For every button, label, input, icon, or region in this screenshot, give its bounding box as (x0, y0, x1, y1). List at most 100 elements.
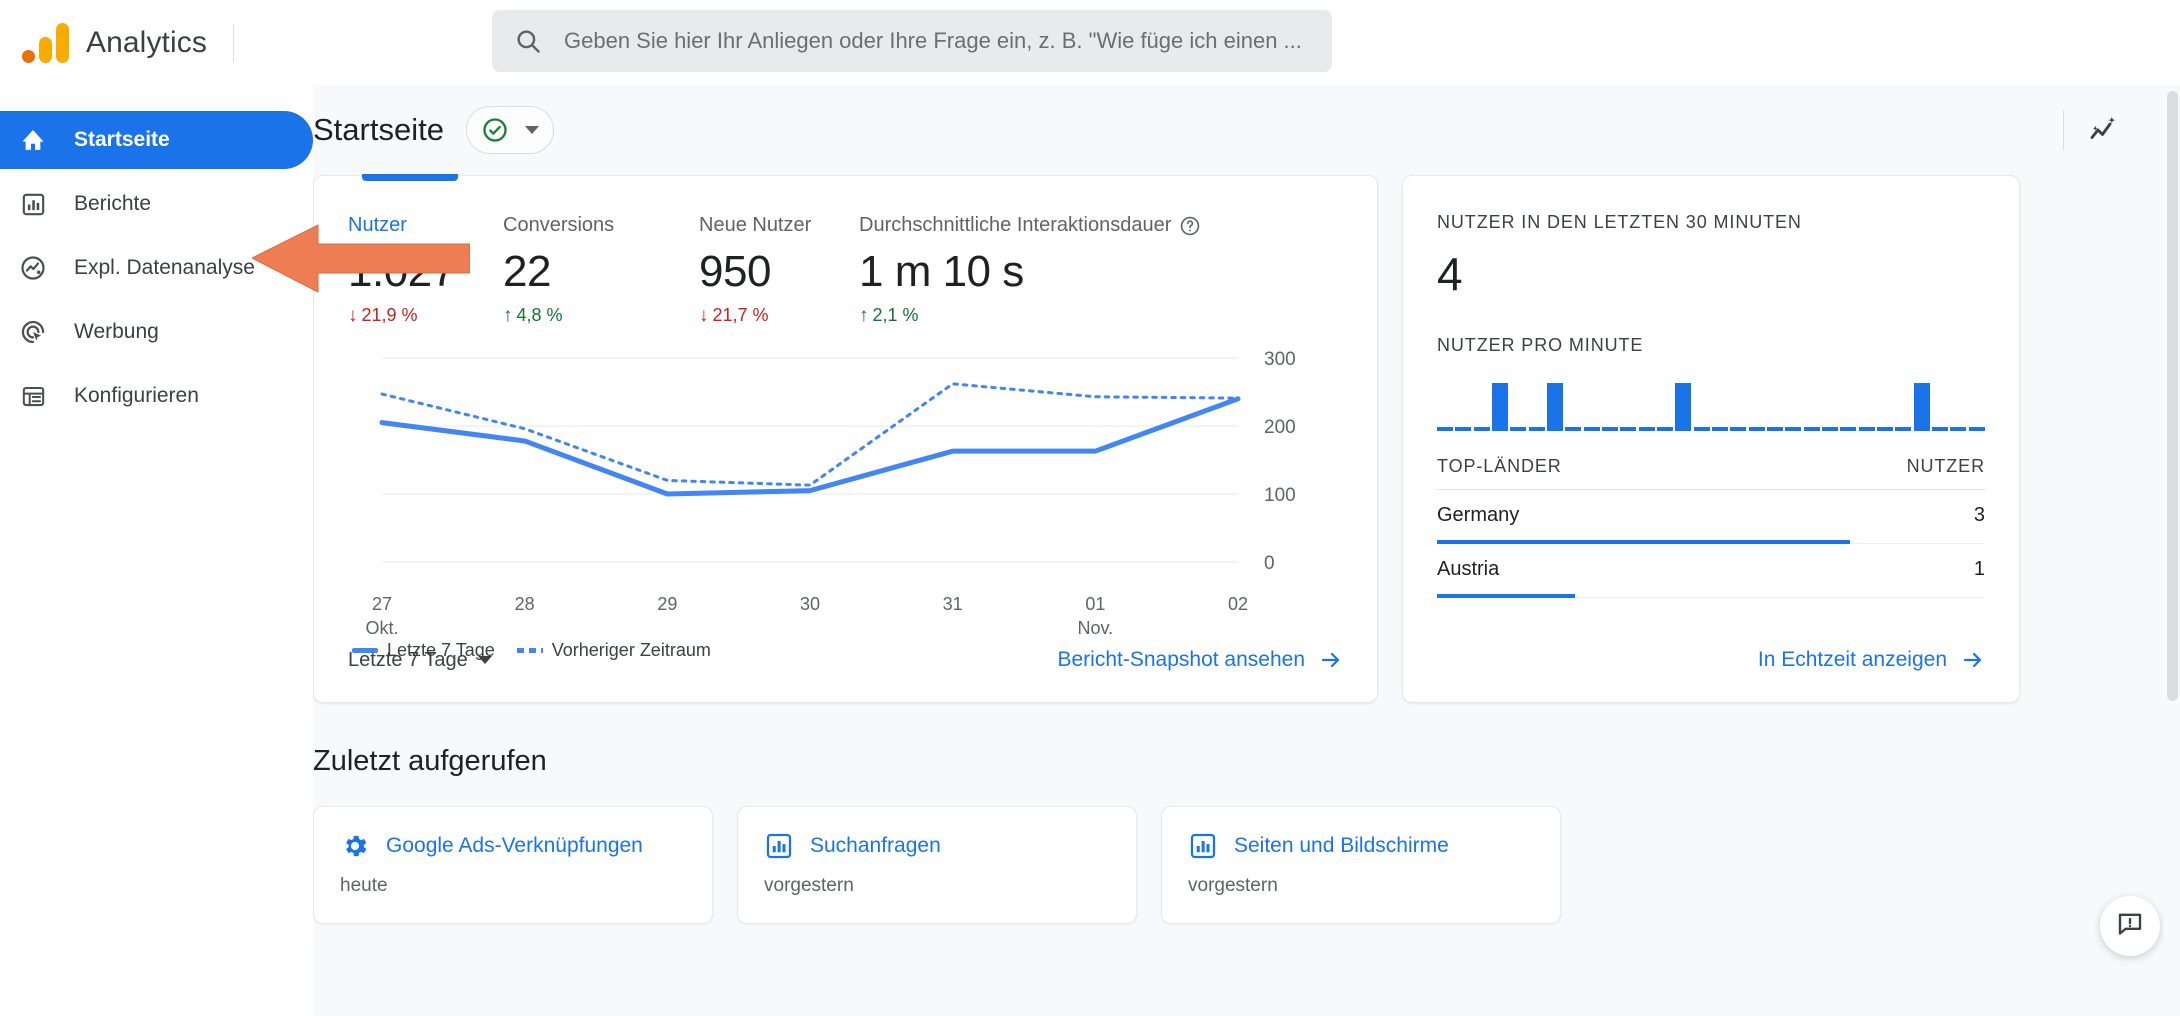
analytics-home-screen: Startseite Nutzer 1.027 ↓ 21,9 % Convers… (0, 0, 2180, 1016)
per-minute-tick (1858, 427, 1875, 431)
recent-card-title: Seiten und Bildschirme (1234, 834, 1449, 857)
per-minute-tick (1565, 427, 1582, 431)
per-minute-tick (1877, 427, 1893, 431)
per-minute-tick (1767, 427, 1783, 431)
realtime-card-footer: In Echtzeit anzeigen (1403, 618, 2019, 702)
home-icon (18, 125, 48, 155)
sidebar-nav: Startseite Berichte Expl. Datenanalyse W… (0, 105, 313, 431)
insights-sparkle-icon[interactable] (2086, 112, 2122, 148)
per-minute-tick (1803, 427, 1820, 431)
analytics-logo-icon (20, 21, 69, 65)
metric-label: Conversions (503, 214, 615, 236)
feedback-button[interactable] (2100, 896, 2160, 956)
feedback-icon (2115, 909, 2145, 944)
metric-value: 22 (503, 247, 551, 296)
per-minute-tick (1583, 427, 1600, 431)
sidebar-item-werbung[interactable]: Werbung (0, 303, 313, 361)
page-scrollbar[interactable] (2164, 85, 2180, 1016)
table-row: Germany 3 (1437, 490, 1985, 544)
sidebar-item-label: Berichte (74, 192, 152, 215)
recent-card-subtitle: vorgestern (1188, 875, 1278, 896)
report-snapshot-label: Bericht-Snapshot ansehen (1057, 648, 1306, 671)
table-header: TOP-LÄNDER NUTZER (1437, 456, 1985, 490)
x-tick: 31 (942, 594, 963, 614)
explore-icon (18, 253, 48, 283)
recent-card-seiten-bildschirme[interactable]: Seiten und Bildschirme vorgestern (1161, 806, 1561, 924)
recent-card-subtitle: heute (340, 875, 388, 896)
sidebar-item-berichte[interactable]: Berichte (0, 175, 313, 233)
realtime-users-value: 4 (1437, 248, 1463, 300)
page-header: Startseite (265, 85, 2180, 175)
per-minute-tick (1638, 427, 1655, 431)
per-minute-tick (1968, 427, 1985, 431)
country-users: 1 (1973, 558, 1985, 580)
users-per-minute-bar-chart (1437, 370, 1985, 438)
metric-nutzer[interactable]: Nutzer 1.027 ↓ 21,9 % (348, 214, 503, 326)
help-icon[interactable] (1179, 215, 1201, 237)
svg-text:300: 300 (1264, 349, 1296, 370)
country-name: Germany (1437, 504, 1520, 526)
per-minute-bar (1492, 383, 1508, 431)
country-users: 3 (1973, 504, 1985, 526)
search-icon (514, 27, 542, 55)
date-range-label: Letzte 7 Tage (348, 648, 468, 671)
per-minute-tick (1602, 427, 1618, 431)
users-line-chart: 0 100 200 300 (348, 340, 1357, 590)
per-minute-tick (1455, 427, 1472, 431)
account-status-chip[interactable] (465, 106, 554, 154)
per-minute-bar (1913, 383, 1930, 431)
recent-card-title: Suchanfragen (810, 834, 941, 857)
per-minute-bar (1547, 383, 1563, 431)
per-minute-bar (1675, 383, 1692, 431)
sidebar-item-expl-datenanalyse[interactable]: Expl. Datenanalyse (0, 239, 313, 297)
country-progress-bar (1437, 594, 1575, 598)
per-minute-tick (1748, 427, 1765, 431)
view-realtime-link[interactable]: In Echtzeit anzeigen (1758, 648, 1985, 672)
search-bar[interactable] (492, 10, 1332, 72)
search-input[interactable] (564, 28, 1310, 54)
recent-card-google-ads[interactable]: Google Ads-Verknüpfungen heute (313, 806, 713, 924)
metric-label-text: Durchschnittliche Interaktionsdauer (859, 214, 1172, 236)
sidebar: Startseite Berichte Expl. Datenanalyse W… (0, 85, 313, 1016)
x-tick: 28 (514, 594, 535, 614)
per-minute-tick (1840, 427, 1857, 431)
table-row: Austria 1 (1437, 544, 1985, 598)
users-per-minute-caption: NUTZER PRO MINUTE (1437, 335, 1644, 355)
bar-chart-icon (1188, 831, 1218, 861)
metric-delta: ↓ 21,9 % (348, 305, 503, 326)
brand-name: Analytics (86, 25, 207, 59)
metric-neue-nutzer[interactable]: Neue Nutzer 950 ↓ 21,7 % (699, 214, 859, 326)
recent-card-subtitle: vorgestern (764, 875, 854, 896)
header-divider (2063, 110, 2064, 150)
sidebar-item-konfigurieren[interactable]: Konfigurieren (0, 367, 313, 425)
date-range-selector[interactable]: Letzte 7 Tage (348, 649, 492, 672)
overview-card: Nutzer 1.027 ↓ 21,9 % Conversions 22 ↑ 4… (313, 174, 1378, 703)
realtime-card: NUTZER IN DEN LETZTEN 30 MINUTEN 4 NUTZE… (1402, 175, 2020, 703)
metric-delta-value: 2,1 % (872, 305, 919, 325)
line-chart-svg: 0 100 200 300 (379, 349, 1296, 574)
metric-conversions[interactable]: Conversions 22 ↑ 4,8 % (503, 214, 699, 326)
metric-interaktionsdauer[interactable]: Durchschnittliche Interaktionsdauer 1 m … (859, 214, 1201, 326)
active-tab-indicator (362, 174, 458, 181)
per-minute-tick (1528, 427, 1545, 431)
metric-delta-value: 21,7 % (712, 305, 769, 325)
recent-card-suchanfragen[interactable]: Suchanfragen vorgestern (737, 806, 1137, 924)
sidebar-item-startseite[interactable]: Startseite (0, 111, 313, 169)
arrow-down-icon: ↓ (699, 305, 709, 326)
view-realtime-label: In Echtzeit anzeigen (1757, 648, 1947, 671)
scrollbar-thumb[interactable] (2167, 91, 2178, 701)
sidebar-item-label: Expl. Datenanalyse (74, 256, 255, 279)
metric-value: 950 (699, 247, 771, 296)
report-snapshot-link[interactable]: Bericht-Snapshot ansehen (1058, 648, 1344, 672)
column-header-country: TOP-LÄNDER (1437, 456, 1562, 476)
sidebar-item-label: Konfigurieren (74, 384, 199, 407)
per-minute-tick (1620, 427, 1637, 431)
per-minute-tick (1895, 427, 1912, 431)
per-minute-tick (1473, 427, 1490, 431)
sidebar-item-label: Werbung (74, 320, 159, 343)
main-content: Startseite Nutzer 1.027 ↓ 21,9 % Convers… (265, 85, 2180, 1016)
arrow-down-icon: ↓ (348, 305, 358, 326)
page-title: Startseite (313, 112, 444, 147)
svg-text:0: 0 (1264, 553, 1275, 574)
list-config-icon (18, 381, 48, 411)
